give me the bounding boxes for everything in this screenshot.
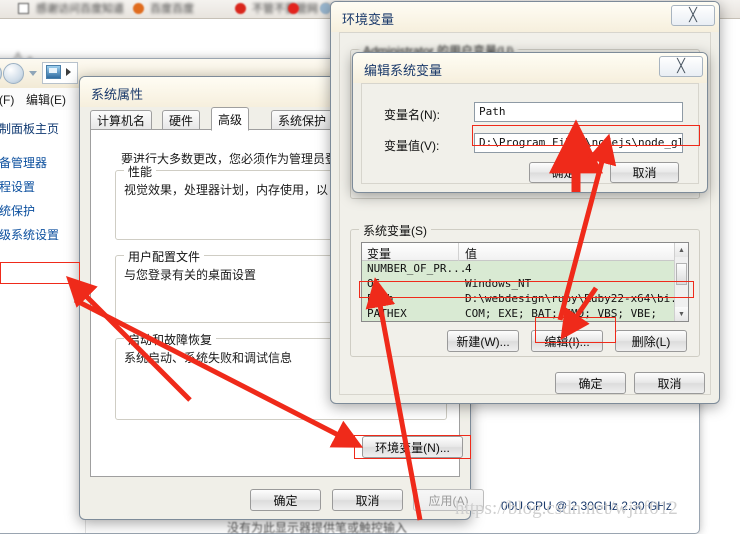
column-header-variable[interactable]: 变量	[367, 245, 391, 262]
edit-dialog-title: 编辑系统变量	[364, 63, 443, 78]
edit-dialog-cancel-button[interactable]: 取消	[610, 162, 679, 183]
forward-icon[interactable]	[3, 63, 24, 84]
user-profile-description: 与您登录有关的桌面设置	[124, 268, 257, 282]
row-value: Windows_NT	[465, 277, 532, 290]
computer-icon	[46, 65, 61, 79]
sidebar-item-device-manager[interactable]: 设备管理器	[0, 154, 47, 171]
system-variables-group: 系统变量(S) 变量 值 NUMBER_OF_PR... 4 OS Window…	[350, 222, 700, 357]
row-value: COM; EXE; BAT; CMD; VBS; VBE;	[465, 307, 658, 320]
control-panel-sidebar: 控制面板主页 设备管理器 远程设置 系统保护 高级系统设置	[0, 114, 85, 533]
table-row[interactable]: NUMBER_OF_PR... 4	[362, 261, 674, 276]
breadcrumb-arrow-icon[interactable]	[66, 68, 71, 76]
variable-name-input[interactable]: Path	[474, 102, 683, 122]
watermark-text: https://blog.csdn.net/wjnf012	[455, 498, 678, 519]
row-variable: OS	[367, 277, 381, 290]
close-icon[interactable]: ╳	[659, 56, 703, 77]
system-variables-group-legend: 系统变量(S)	[359, 222, 431, 239]
tab-computer-name[interactable]: 计算机名	[90, 110, 153, 130]
tab-advanced[interactable]: 高级	[211, 107, 250, 131]
row-value: 4	[465, 262, 472, 275]
startup-recovery-description: 系统启动、系统失败和调试信息	[124, 351, 293, 365]
edit-variable-button[interactable]: 编辑(I)...	[531, 330, 603, 352]
system-variables-listview[interactable]: 变量 值 NUMBER_OF_PR... 4 OS Windows_NT Pat…	[361, 242, 689, 322]
new-variable-button[interactable]: 新建(W)...	[447, 330, 519, 352]
tab-hardware[interactable]: 硬件	[162, 110, 201, 130]
browser-tab-0[interactable]: 感谢访问百度知道	[36, 2, 124, 17]
scroll-up-icon[interactable]: ▲	[675, 243, 688, 257]
row-variable: PATHEX	[367, 307, 407, 320]
edit-dialog-body: 变量名(N): Path 变量值(V): D:\Program Files\no…	[361, 83, 699, 184]
system-properties-cancel-button[interactable]: 取消	[332, 489, 403, 511]
pen-touch-info-text: 没有为此显示器提供笔或触控输入	[227, 521, 408, 534]
sidebar-item-system-protection[interactable]: 系统保护	[0, 202, 35, 219]
user-profile-group-legend: 用户配置文件	[124, 248, 205, 265]
listview-header: 变量 值	[362, 243, 688, 261]
delete-variable-button[interactable]: 删除(L)	[615, 330, 687, 352]
close-icon[interactable]: ╳	[671, 5, 715, 26]
row-variable: NUMBER_OF_PR...	[367, 262, 467, 275]
listview-rows: NUMBER_OF_PR... 4 OS Windows_NT Path D:\…	[362, 261, 688, 321]
chrome-icon	[288, 3, 299, 14]
menu-file[interactable]: 件(F)	[0, 91, 14, 108]
baidu-icon	[133, 3, 144, 14]
system-properties-title: 系统属性	[91, 87, 144, 102]
table-row[interactable]: Path D:\webdesign\ruby\Ruby22-x64\bi...	[362, 291, 688, 306]
browser-tab-1[interactable]: 百度百度	[150, 2, 194, 17]
env-dialog-cancel-button[interactable]: 取消	[634, 372, 705, 394]
performance-group-legend: 性能	[124, 163, 157, 180]
env-dialog-title: 环境变量	[342, 12, 395, 27]
chevron-down-icon[interactable]	[29, 71, 37, 76]
startup-recovery-group-legend: 启动和故障恢复	[124, 331, 217, 348]
edit-system-variable-dialog: 编辑系统变量 ╳ 变量名(N): Path 变量值(V): D:\Program…	[352, 52, 708, 193]
tab-system-protection[interactable]: 系统保护	[271, 110, 334, 130]
scroll-down-icon[interactable]: ▼	[675, 307, 688, 321]
screenshot-root: 感谢访问百度知道 百度百度 不管不要管网 中国 件(F) 编辑(E)	[0, 0, 740, 534]
sidebar-item-advanced-system-settings[interactable]: 高级系统设置	[0, 226, 59, 243]
variable-value-input[interactable]: D:\Program Files\nodejs\node_global	[474, 133, 683, 153]
brand-red-icon	[235, 3, 246, 14]
sidebar-item-remote-settings[interactable]: 远程设置	[0, 178, 35, 195]
sidebar-item-control-panel-home[interactable]: 控制面板主页	[0, 120, 59, 137]
row-value: D:\webdesign\ruby\Ruby22-x64\bi...	[465, 292, 689, 305]
menu-edit[interactable]: 编辑(E)	[26, 91, 66, 108]
variable-value-label: 变量值(V):	[384, 139, 440, 153]
edit-dialog-ok-button[interactable]: 确定	[529, 162, 598, 183]
column-header-value[interactable]: 值	[465, 245, 477, 262]
back-icon[interactable]	[0, 63, 2, 84]
column-separator[interactable]	[458, 243, 459, 261]
row-variable: Path	[367, 292, 394, 305]
performance-description: 视觉效果，处理器计划，内存使用，以	[124, 183, 329, 197]
scrollbar-thumb[interactable]	[676, 263, 687, 285]
env-dialog-ok-button[interactable]: 确定	[555, 372, 626, 394]
system-properties-ok-button[interactable]: 确定	[250, 489, 321, 511]
table-row[interactable]: PATHEX COM; EXE; BAT; CMD; VBS; VBE;	[362, 306, 674, 321]
table-row[interactable]: OS Windows_NT	[362, 276, 674, 291]
checkbox-icon	[18, 3, 29, 14]
variable-name-label: 变量名(N):	[384, 108, 440, 122]
listview-scrollbar[interactable]: ▲ ▼	[674, 243, 688, 321]
environment-variables-button[interactable]: 环境变量(N)...	[362, 436, 463, 458]
